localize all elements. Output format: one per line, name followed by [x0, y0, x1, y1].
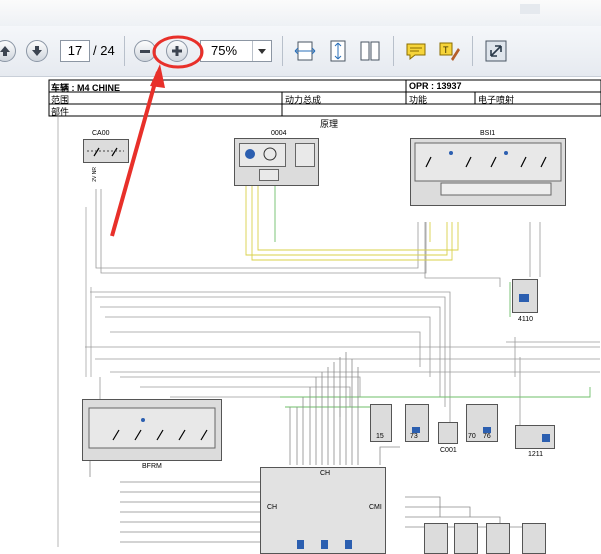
toolbar: 17 / 24 75% T	[0, 26, 601, 77]
label-cmi: CMI	[369, 504, 382, 511]
component-1211	[515, 425, 555, 449]
toolbar-separator	[472, 36, 473, 66]
toolbar-separator	[393, 36, 394, 66]
page-number-input[interactable]: 17	[60, 40, 90, 62]
fullscreen-icon[interactable]	[484, 39, 508, 63]
label-ca00: CA00	[92, 130, 110, 137]
highlight-icon[interactable]: T	[437, 39, 461, 63]
label-1211: 1211	[528, 451, 544, 458]
zoom-in-icon[interactable]	[166, 40, 188, 62]
label-0004: 0004	[271, 130, 287, 137]
label-bfrm: BFRM	[142, 463, 162, 470]
component-connector	[454, 523, 478, 554]
pin-label: 2V NR	[92, 167, 98, 182]
down-arrow-icon[interactable]	[26, 40, 48, 62]
page-total: / 24	[93, 43, 115, 58]
header-opr: OPR : 13937	[409, 81, 462, 91]
component-ca00	[83, 139, 129, 163]
header-principle: 原理	[320, 119, 339, 129]
component-connector	[522, 523, 546, 554]
component-0004	[234, 138, 319, 186]
fit-page-icon[interactable]	[326, 39, 350, 63]
toolbar-separator	[124, 36, 125, 66]
dropdown-icon[interactable]	[252, 41, 271, 61]
label-c001: C001	[440, 447, 457, 454]
label-15: 15	[376, 433, 384, 440]
component-bsi1	[410, 138, 566, 206]
toolbar-separator	[282, 36, 283, 66]
label-ch: CH	[267, 504, 278, 511]
component-4110	[512, 279, 538, 313]
header-function: 功能	[409, 95, 428, 105]
document-view[interactable]: 车辆 : M4 CHINE OPR : 13937 范围 动力总成 功能 电子喷…	[0, 77, 601, 554]
component-bfrm	[82, 399, 222, 461]
zoom-value: 75%	[211, 43, 238, 58]
component-connector	[486, 523, 510, 554]
two-page-icon[interactable]	[358, 39, 382, 63]
component-ecu	[260, 467, 386, 554]
component-0004-inner	[259, 169, 279, 181]
zoom-select[interactable]: 75%	[200, 40, 272, 62]
component-connector	[424, 523, 448, 554]
titlebar-artifact	[520, 4, 540, 14]
label-73: 73	[410, 433, 418, 440]
header-category: 动力总成	[285, 95, 322, 105]
svg-text:T: T	[443, 45, 449, 55]
component-0004-inner	[295, 143, 315, 167]
label-ch-top: CH	[320, 470, 331, 477]
label-76: 76	[483, 433, 491, 440]
zoom-out-icon[interactable]	[134, 40, 156, 62]
comment-icon[interactable]	[404, 39, 428, 63]
up-arrow-icon[interactable]	[0, 40, 16, 62]
header-part: 部件	[51, 107, 70, 117]
label-70: 70	[468, 433, 476, 440]
header-function-value: 电子喷射	[478, 95, 515, 105]
label-bsi1: BSI1	[480, 130, 496, 137]
label-4110: 4110	[518, 316, 534, 323]
component-c001	[438, 422, 458, 444]
window-titlebar	[0, 0, 601, 27]
fit-width-icon[interactable]	[293, 39, 317, 63]
component-0004-inner	[239, 143, 286, 167]
